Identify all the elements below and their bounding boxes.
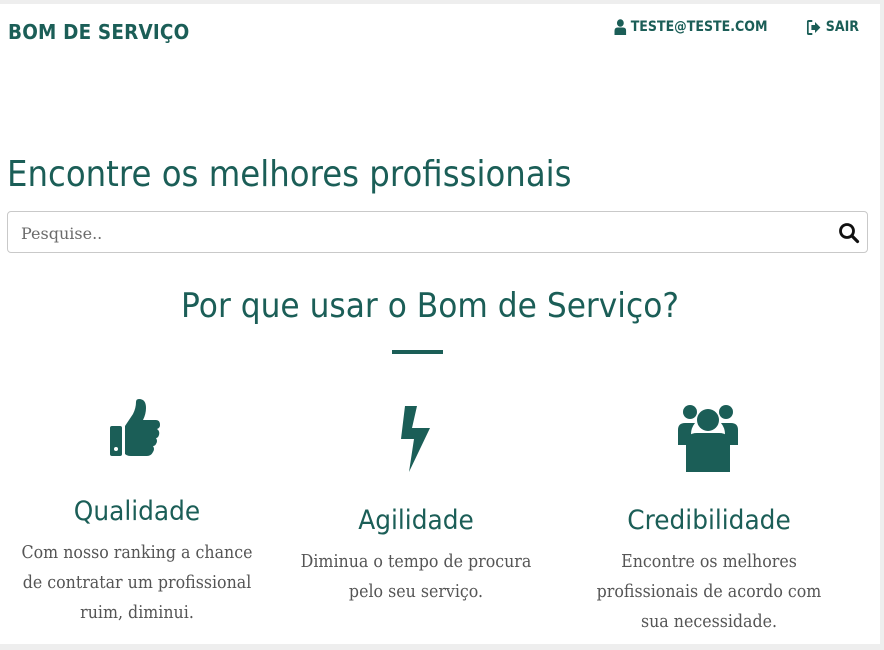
feature-title: Credibilidade — [627, 505, 791, 536]
section-divider — [392, 350, 443, 354]
page: BOM DE SERVIÇO TESTE@TESTE.COM SAIR Enco… — [0, 4, 880, 644]
section-title: Por que usar o Bom de Serviço? — [181, 286, 679, 326]
feature-title: Qualidade — [73, 496, 201, 527]
logout-label: SAIR — [825, 19, 860, 35]
brand-logo-text[interactable]: BOM DE SERVIÇO — [8, 20, 189, 44]
search-bar — [7, 211, 868, 254]
thumbs-up-icon — [110, 399, 160, 456]
feature-description: Diminua o tempo de procura pelo seu serv… — [300, 551, 532, 602]
users-icon — [678, 405, 738, 472]
logout-link[interactable]: SAIR — [806, 19, 860, 35]
feature-description: Com nosso ranking a chance de contratar … — [21, 542, 253, 623]
search-icon — [839, 223, 860, 244]
feature-agilidade: Agilidade Diminua o tempo de procura pel… — [282, 394, 550, 634]
feature-description: Encontre os melhores profissionais de ac… — [596, 551, 822, 632]
sign-out-icon — [806, 19, 821, 35]
search-button[interactable] — [838, 222, 860, 244]
user-account-link[interactable]: TESTE@TESTE.COM — [614, 19, 768, 35]
search-input[interactable] — [19, 212, 813, 254]
lightning-bolt-icon — [401, 406, 430, 472]
feature-qualidade: Qualidade Com nosso ranking a chance de … — [4, 394, 270, 634]
top-nav: TESTE@TESTE.COM SAIR — [606, 19, 862, 35]
feature-credibilidade: Credibilidade Encontre os melhores profi… — [576, 394, 842, 634]
feature-title: Agilidade — [358, 505, 474, 536]
user-icon — [614, 19, 627, 35]
user-email: TESTE@TESTE.COM — [630, 19, 768, 35]
hero-title: Encontre os melhores profissionais — [7, 154, 572, 195]
